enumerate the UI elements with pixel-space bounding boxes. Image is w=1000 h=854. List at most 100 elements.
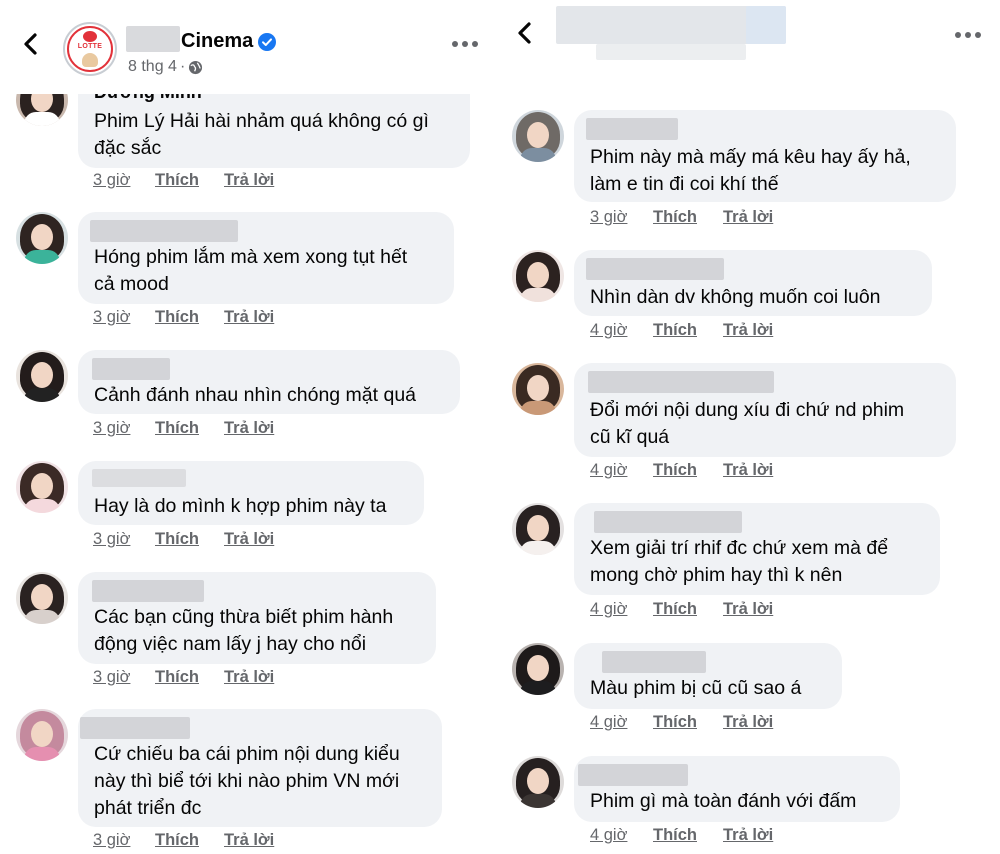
reply-button[interactable]: Trả lời [723, 461, 773, 480]
comment-avatar[interactable] [512, 643, 564, 695]
commenter-name-redacted [594, 511, 742, 533]
reply-button[interactable]: Trả lời [723, 826, 773, 845]
comment-time[interactable]: 4 giờ [590, 461, 627, 480]
reply-button[interactable]: Trả lời [723, 713, 773, 732]
more-horizontal-icon[interactable] [452, 39, 480, 49]
commenter-name-redacted [92, 358, 170, 380]
commenter-name-redacted [92, 469, 186, 487]
commenter-name-redacted [588, 371, 774, 393]
comment-text: Nhìn dàn dv không muốn coi luôn [590, 286, 881, 308]
comment-bubble: Hóng phim lắm mà xem xong tụt hết cả moo… [78, 212, 454, 304]
comment-text: Phim Lý Hải hài nhảm quá không có gì đặc… [94, 110, 429, 159]
comment-text: Đổi mới nội dung xíu đi chứ nd phim cũ k… [590, 399, 905, 448]
post-header [500, 0, 1000, 82]
chevron-left-icon[interactable] [512, 20, 538, 46]
page-name[interactable]: Cinema [181, 30, 253, 53]
commenter-name-redacted [90, 220, 238, 242]
like-button[interactable]: Thích [155, 530, 199, 549]
comment-avatar[interactable] [512, 503, 564, 555]
post-meta: 8 thg 4 · [128, 58, 203, 76]
comment-text: Phim này mà mấy má kêu hay ấy hả, làm e … [590, 146, 911, 195]
comment-text: Cứ chiếu ba cái phim nội dung kiểu này t… [94, 743, 400, 819]
comment-bubble: Màu phim bị cũ cũ sao á [574, 643, 842, 709]
reply-button[interactable]: Trả lời [723, 600, 773, 619]
comment-bubble: Cảnh đánh nhau nhìn chóng mặt quá [78, 350, 460, 414]
comment-avatar[interactable] [16, 709, 68, 761]
like-button[interactable]: Thích [653, 461, 697, 480]
reply-button[interactable]: Trả lời [224, 668, 274, 687]
comment-text: Cảnh đánh nhau nhìn chóng mặt quá [94, 384, 417, 406]
commenter-name-redacted [602, 651, 706, 673]
like-button[interactable]: Thích [653, 208, 697, 227]
like-button[interactable]: Thích [653, 321, 697, 340]
logo-mascot-icon [82, 53, 98, 67]
page-title-redacted-accent [746, 6, 786, 44]
comment-avatar[interactable] [512, 110, 564, 162]
reply-button[interactable]: Trả lời [224, 530, 274, 549]
comment-text: Hóng phim lắm mà xem xong tụt hết cả moo… [94, 246, 408, 295]
reply-button[interactable]: Trả lời [224, 171, 274, 190]
commenter-name-redacted [586, 258, 724, 280]
right-comments-screenshot: Thích Trả lời Phim này mà mấy má kêu hay… [500, 0, 1000, 854]
like-button[interactable]: Thích [155, 419, 199, 438]
comment-text: Các bạn cũng thừa biết phim hành động vi… [94, 606, 394, 655]
comment-text: Màu phim bị cũ cũ sao á [590, 677, 802, 699]
comment-avatar[interactable] [16, 350, 68, 402]
comment-bubble: Hay là do mình k hợp phim này ta [78, 461, 424, 525]
left-comments-screenshot: Dương Minh Phim Lý Hải hài nhảm quá khôn… [0, 0, 496, 854]
reply-button[interactable]: Trả lời [723, 208, 773, 227]
comment-avatar[interactable] [512, 363, 564, 415]
like-button[interactable]: Thích [155, 668, 199, 687]
logo-emblem-icon [83, 31, 97, 42]
comment-time[interactable]: 3 giờ [93, 668, 130, 687]
comment-avatar[interactable] [16, 212, 68, 264]
comment-time[interactable]: 4 giờ [590, 600, 627, 619]
like-button[interactable]: Thích [155, 171, 199, 190]
globe-icon [189, 60, 203, 74]
comment-text: Hay là do mình k hợp phim này ta [94, 495, 387, 517]
comment-time[interactable]: 3 giờ [93, 419, 130, 438]
post-time[interactable]: 8 thg 4 [128, 58, 177, 76]
post-meta-redacted [596, 44, 746, 60]
comment-time[interactable]: 4 giờ [590, 826, 627, 845]
commenter-name-redacted [578, 764, 688, 786]
comment-time[interactable]: 3 giờ [93, 308, 130, 327]
comment-time[interactable]: 3 giờ [590, 208, 627, 227]
comment-avatar[interactable] [512, 250, 564, 302]
comment-time[interactable]: 4 giờ [590, 713, 627, 732]
meta-separator: · [179, 58, 186, 75]
comment-text: Xem giải trí rhif đc chứ xem mà để mong … [590, 537, 889, 586]
comment-bubble: Cứ chiếu ba cái phim nội dung kiểu này t… [78, 709, 442, 827]
reply-button[interactable]: Trả lời [224, 308, 274, 327]
comment-bubble: Phim gì mà toàn đánh với đấm [574, 756, 900, 822]
post-header: LOTTE Cinema 8 thg 4 · [0, 0, 496, 94]
commenter-name-redacted [92, 580, 204, 602]
comment-avatar[interactable] [16, 572, 68, 624]
comment-bubble: Các bạn cũng thừa biết phim hành động vi… [78, 572, 436, 664]
comment-bubble: Đổi mới nội dung xíu đi chứ nd phim cũ k… [574, 363, 956, 457]
comment-time[interactable]: 4 giờ [590, 321, 627, 340]
comment-bubble: Nhìn dàn dv không muốn coi luôn [574, 250, 932, 316]
reply-button[interactable]: Trả lời [224, 419, 274, 438]
commenter-name-redacted [80, 717, 190, 739]
comment-avatar[interactable] [16, 461, 68, 513]
like-button[interactable]: Thích [155, 308, 199, 327]
comment-time[interactable]: 3 giờ [93, 171, 130, 190]
more-horizontal-icon[interactable] [955, 30, 983, 40]
reply-button[interactable]: Trả lời [723, 321, 773, 340]
comment-time[interactable]: 3 giờ [93, 530, 130, 549]
comment-bubble: Phim này mà mấy má kêu hay ấy hả, làm e … [574, 110, 956, 202]
comment-time[interactable]: 3 giờ [93, 831, 130, 850]
page-avatar-logo[interactable]: LOTTE [63, 22, 117, 76]
reply-button[interactable]: Trả lời [224, 831, 274, 850]
like-button[interactable]: Thích [155, 831, 199, 850]
like-button[interactable]: Thích [653, 600, 697, 619]
like-button[interactable]: Thích [653, 713, 697, 732]
like-button[interactable]: Thích [653, 826, 697, 845]
verified-badge-icon [258, 33, 276, 51]
page-name-redacted [126, 26, 180, 52]
comment-avatar[interactable] [512, 756, 564, 808]
logo-wordmark: LOTTE [77, 43, 103, 50]
comment-text: Phim gì mà toàn đánh với đấm [590, 790, 857, 812]
chevron-left-icon[interactable] [18, 31, 44, 57]
